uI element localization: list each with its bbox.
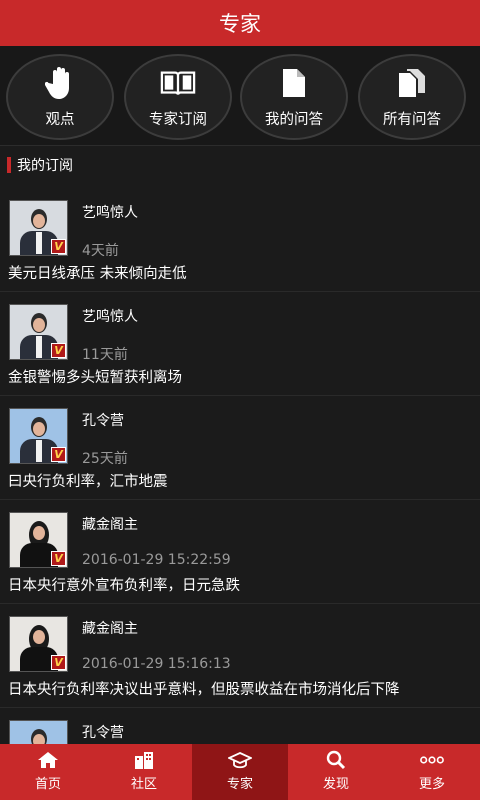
avatar: V: [9, 512, 68, 568]
post-title: 金银警惕多头短暂获利离场: [8, 370, 182, 386]
post-time: 25天前: [82, 451, 128, 467]
avatar: V: [9, 408, 68, 464]
list-item[interactable]: V 藏金阁主 2016-01-29 15:22:59 日本央行意外宣布负利率，日…: [0, 500, 480, 604]
tab-discover[interactable]: 发现: [288, 744, 384, 800]
quick-actions: 观点 专家订阅 我的问答 所有问答: [0, 46, 480, 146]
post-title: 日本央行负利率决议出乎意料，但股票收益在市场消化后下降: [8, 682, 400, 698]
graduation-cap-icon: [228, 750, 252, 770]
quick-action-expert-subscribe[interactable]: 专家订阅: [124, 54, 232, 140]
list-item[interactable]: V 孔令营: [0, 708, 480, 744]
search-icon: [324, 750, 348, 770]
tab-label: 专家: [226, 777, 253, 792]
quick-action-label: 专家订阅: [149, 112, 207, 128]
bottom-tab-bar: 首页 社区 专家 发现 更多: [0, 744, 480, 800]
post-title: 日本央行意外宣布负利率，日元急跌: [8, 578, 240, 594]
avatar: V: [9, 616, 68, 672]
more-icon: [420, 750, 444, 770]
list-item[interactable]: V 孔令营 25天前 曰央行负利率，汇市地震: [0, 396, 480, 500]
community-icon: [132, 750, 156, 770]
list-item[interactable]: V 藏金阁主 2016-01-29 15:16:13 日本央行负利率决议出乎意料…: [0, 604, 480, 708]
section-title: 我的订阅: [17, 158, 73, 174]
list-item[interactable]: V 艺鸣惊人 4天前 美元日线承压 未来倾向走低: [0, 188, 480, 292]
author-name: 艺鸣惊人: [82, 205, 138, 221]
post-title: 曰央行负利率，汇市地震: [8, 474, 168, 490]
verified-badge: V: [51, 447, 66, 462]
avatar: V: [9, 720, 68, 744]
book-icon: [160, 66, 196, 100]
tab-label: 发现: [322, 777, 349, 792]
post-time: 2016-01-29 15:22:59: [82, 552, 231, 568]
post-time: 4天前: [82, 243, 119, 259]
section-header: 我的订阅: [0, 148, 480, 182]
tab-more[interactable]: 更多: [384, 744, 480, 800]
hand-icon: [42, 66, 78, 100]
author-name: 藏金阁主: [82, 517, 138, 533]
author-name: 艺鸣惊人: [82, 309, 138, 325]
verified-badge: V: [51, 551, 66, 566]
avatar: V: [9, 304, 68, 360]
quick-action-label: 观点: [45, 112, 75, 128]
tab-label: 社区: [130, 777, 157, 792]
verified-badge: V: [51, 239, 66, 254]
author-name: 孔令营: [82, 725, 124, 741]
quick-action-label: 我的问答: [265, 112, 323, 128]
tab-home[interactable]: 首页: [0, 744, 96, 800]
quick-action-my-qa[interactable]: 我的问答: [240, 54, 348, 140]
quick-action-all-qa[interactable]: 所有问答: [358, 54, 466, 140]
section-accent-bar: [7, 157, 11, 173]
tab-label: 首页: [34, 777, 61, 792]
quick-action-label: 所有问答: [383, 112, 441, 128]
list-item[interactable]: V 艺鸣惊人 11天前 金银警惕多头短暂获利离场: [0, 292, 480, 396]
tab-expert[interactable]: 专家: [192, 744, 288, 800]
author-name: 孔令营: [82, 413, 124, 429]
quick-action-viewpoint[interactable]: 观点: [6, 54, 114, 140]
author-name: 藏金阁主: [82, 621, 138, 637]
post-time: 11天前: [82, 347, 128, 363]
post-title: 美元日线承压 未来倾向走低: [8, 266, 187, 282]
tab-community[interactable]: 社区: [96, 744, 192, 800]
home-icon: [36, 750, 60, 770]
page-title: 专家: [219, 12, 261, 36]
top-bar: 专家: [0, 0, 480, 46]
avatar: V: [9, 200, 68, 256]
documents-icon: [394, 66, 430, 100]
verified-badge: V: [51, 343, 66, 358]
verified-badge: V: [51, 655, 66, 670]
document-icon: [276, 66, 312, 100]
tab-label: 更多: [418, 777, 445, 792]
post-time: 2016-01-29 15:16:13: [82, 656, 231, 672]
subscription-list: V 艺鸣惊人 4天前 美元日线承压 未来倾向走低 V 艺鸣惊人 11天前 金银警…: [0, 188, 480, 744]
